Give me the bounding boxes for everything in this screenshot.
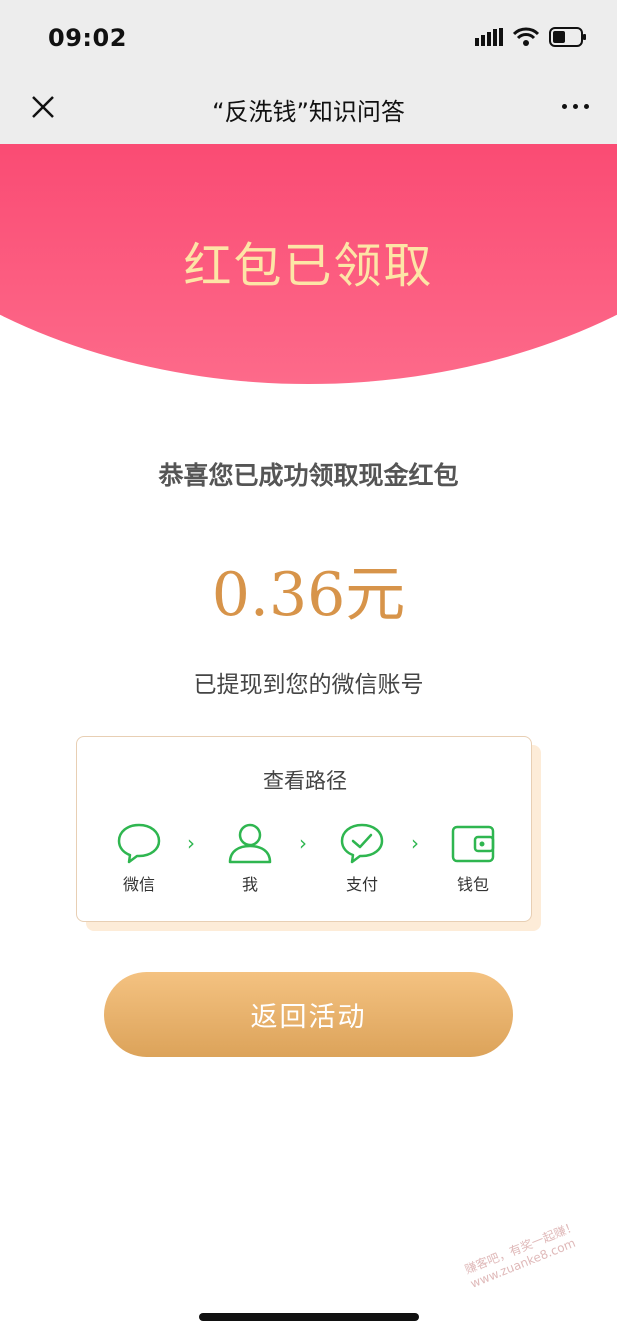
step-wallet: 钱包 (438, 821, 508, 895)
status-time: 09:02 (48, 24, 127, 52)
chevron-right-icon: › (299, 831, 307, 855)
more-dot (584, 104, 589, 109)
home-indicator[interactable] (199, 1313, 419, 1321)
page: 09:02 “反洗钱”知识问答 红包已领取 恭喜您已成功领取现金红包 0.36元… (0, 0, 617, 1334)
path-card: 查看路径 微信 › 我 › 支付 › 钱包 (76, 736, 532, 922)
banner-title: 红包已领取 (183, 238, 434, 294)
top-bar: 09:02 “反洗钱”知识问答 (0, 0, 617, 144)
path-card-title: 查看路径 (263, 769, 347, 793)
red-packet-banner: 红包已领取 (0, 144, 617, 384)
status-icons (475, 27, 587, 47)
person-icon (228, 823, 272, 864)
more-dot (573, 104, 578, 109)
check-chat-icon (340, 823, 384, 864)
wallet-icon (451, 825, 495, 863)
step-wechat: 微信 (104, 821, 174, 895)
battery-icon (549, 27, 586, 47)
return-to-activity-button[interactable]: 返回活动 (104, 972, 513, 1057)
congrats-text: 恭喜您已成功领取现金红包 (158, 461, 459, 490)
step-pay: 支付 (327, 821, 397, 895)
step-label: 微信 (122, 875, 155, 894)
step-label: 钱包 (456, 875, 489, 894)
watermark: 赚客吧，有奖一起赚！ www.zuanke8.com (462, 1218, 580, 1291)
chevron-right-icon: › (411, 831, 419, 855)
more-icon[interactable] (562, 104, 589, 109)
more-dot (562, 104, 567, 109)
withdraw-note: 已提现到您的微信账号 (193, 672, 424, 698)
chat-icon (117, 823, 161, 864)
wifi-icon (513, 27, 539, 46)
amount-value: 0.36元 (211, 560, 406, 630)
chevron-right-icon: › (187, 831, 195, 855)
step-label: 我 (241, 875, 258, 894)
step-label: 支付 (345, 875, 378, 894)
signal-icon (475, 28, 503, 46)
page-title: “反洗钱”知识问答 (212, 98, 405, 126)
step-me: 我 (215, 821, 285, 895)
